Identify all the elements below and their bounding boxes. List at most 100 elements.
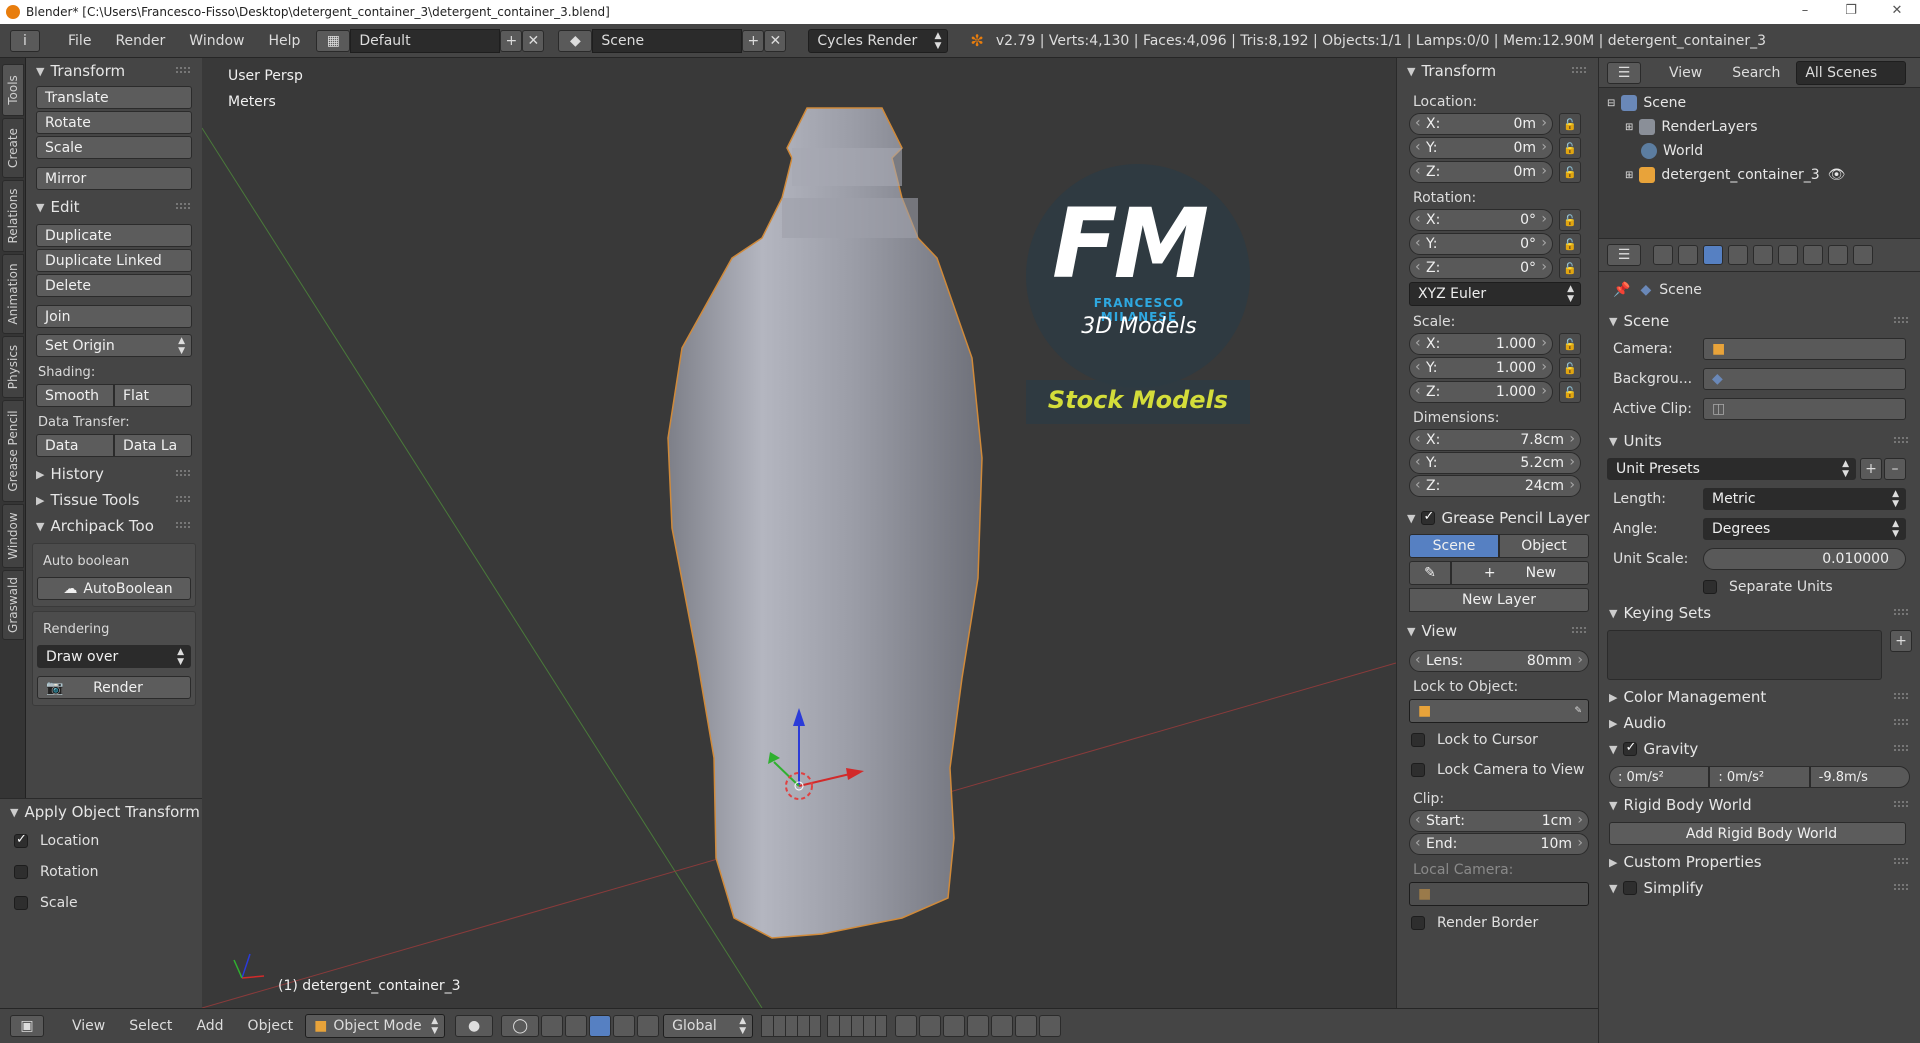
flat-button[interactable]: Flat [114, 384, 192, 407]
lock-icon[interactable]: 🔓 [1559, 381, 1581, 403]
lock-object-field[interactable]: ■ ✎ [1409, 699, 1589, 723]
info-editor-type-button[interactable]: i [10, 29, 40, 52]
scene-browse-icon[interactable]: ◆ [558, 29, 593, 52]
render-layers-tab-icon[interactable] [1678, 245, 1698, 265]
tab-grease-pencil[interactable]: Grease Pencil [2, 400, 24, 502]
expand-icon[interactable]: ⊞ [1625, 122, 1633, 133]
menu-help[interactable]: Help [256, 33, 312, 49]
scale-checkbox-row[interactable]: Scale [0, 887, 202, 918]
clip-end-field[interactable]: End: 10m [1409, 833, 1589, 855]
scene-add-icon[interactable]: + [742, 29, 765, 52]
gp-new-button[interactable]: + New [1451, 561, 1589, 585]
world-tab-icon[interactable] [1728, 245, 1748, 265]
units-panel-header[interactable]: ▼ Units [1599, 428, 1920, 454]
rotation-checkbox-row[interactable]: Rotation [0, 856, 202, 887]
opengl-animation-icon[interactable] [1039, 1015, 1062, 1037]
material-tab-icon[interactable] [1853, 245, 1873, 265]
outliner-search-menu[interactable]: Search [1732, 65, 1780, 81]
grip-icon[interactable] [1894, 437, 1908, 443]
simplify-checkbox[interactable] [1623, 881, 1638, 895]
snap-toggle-icon[interactable] [943, 1015, 966, 1037]
viewport-shading-icon[interactable]: ● [455, 1015, 494, 1037]
location-checkbox[interactable] [14, 832, 28, 848]
grip-icon[interactable] [1894, 745, 1908, 751]
tab-window[interactable]: Window [2, 504, 24, 568]
angle-select[interactable]: Degrees ▲ ▼ [1703, 518, 1906, 540]
translate-manipulator-icon[interactable] [565, 1015, 588, 1037]
view-header[interactable]: ▼ View [1397, 618, 1598, 644]
scale-manipulator-icon[interactable] [613, 1015, 636, 1037]
constraints-tab-icon[interactable] [1778, 245, 1798, 265]
preset-remove-icon[interactable]: – [1884, 458, 1906, 480]
grip-icon[interactable] [1894, 719, 1908, 725]
lock-icon[interactable]: 🔓 [1559, 113, 1581, 135]
separate-units-row[interactable]: Separate Units [1599, 574, 1920, 600]
lock-camera-checkbox[interactable] [1411, 763, 1425, 777]
unit-presets-select[interactable]: Unit Presets ▲ ▼ [1607, 458, 1856, 480]
viewport-editor-type-icon[interactable]: ▣ [10, 1015, 44, 1037]
rotate-button[interactable]: Rotate [36, 111, 192, 134]
lock-cursor-row[interactable]: Lock to Cursor [1397, 725, 1598, 755]
panel-archipack-header[interactable]: ▼ Archipack Too [26, 513, 202, 539]
close-icon[interactable]: ✕ [1874, 0, 1920, 24]
scene-panel-header[interactable]: ▼ Scene [1599, 308, 1920, 334]
panel-transform-header[interactable]: ▼ Transform [26, 58, 202, 84]
outliner-display-select[interactable]: All Scenes [1796, 60, 1907, 85]
tab-animation[interactable]: Animation [2, 254, 24, 334]
mirror-button[interactable]: Mirror [36, 167, 192, 190]
gravity-header[interactable]: ▼ Gravity [1599, 736, 1920, 762]
menu-add[interactable]: Add [184, 1018, 235, 1034]
autoboolean-button[interactable]: ☁ AutoBoolean [37, 577, 191, 600]
keying-sets-box[interactable] [1607, 630, 1882, 680]
maximize-icon[interactable]: ❐ [1828, 0, 1874, 24]
render-border-checkbox[interactable] [1411, 916, 1425, 930]
clip-start-field[interactable]: Start: 1cm [1409, 810, 1589, 832]
lock-icon[interactable]: 🔓 [1559, 257, 1581, 279]
scale-checkbox[interactable] [14, 895, 28, 910]
gravity-z-field[interactable]: -9.8m/s [1809, 766, 1910, 788]
scale-button[interactable]: Scale [36, 136, 192, 159]
scene-tab-icon[interactable] [1703, 245, 1723, 265]
smooth-button[interactable]: Smooth [36, 384, 114, 407]
opengl-render-icon[interactable] [1015, 1015, 1038, 1037]
duplicate-button[interactable]: Duplicate [36, 224, 192, 247]
custom-properties-header[interactable]: ▶ Custom Properties [1599, 849, 1920, 875]
menu-file[interactable]: File [56, 33, 103, 49]
lock-icon[interactable]: 🔓 [1559, 233, 1581, 255]
tab-tools[interactable]: Tools [2, 64, 24, 116]
outliner-row-scene[interactable]: ⊟ Scene [1607, 92, 1686, 114]
grip-icon[interactable] [1894, 884, 1908, 890]
manipulator-extra-icon[interactable] [637, 1015, 660, 1037]
dim-z-field[interactable]: Z: 24cm [1409, 475, 1581, 497]
loc-z-field[interactable]: Z: 0m [1409, 161, 1553, 183]
keying-add-icon[interactable]: + [1890, 630, 1912, 652]
gravity-checkbox[interactable] [1623, 740, 1638, 756]
panel-edit-header[interactable]: ▼ Edit [26, 194, 202, 220]
data-button[interactable]: Data [36, 434, 114, 457]
gp-pencil-icon[interactable]: ✎ [1409, 561, 1451, 585]
rotate-manipulator-icon[interactable] [589, 1015, 612, 1037]
orientation-select[interactable]: Global ▲ ▼ [663, 1014, 754, 1038]
grip-icon[interactable] [1572, 67, 1586, 73]
mode-select[interactable]: ■ Object Mode ▲ ▼ [305, 1014, 446, 1038]
length-select[interactable]: Metric ▲ ▼ [1703, 488, 1906, 510]
grip-icon[interactable] [176, 496, 190, 502]
snap-target-icon[interactable] [991, 1015, 1014, 1037]
outliner-view-menu[interactable]: View [1669, 65, 1702, 81]
data-layout-button[interactable]: Data La [114, 434, 192, 457]
object-tab-icon[interactable] [1753, 245, 1773, 265]
grip-icon[interactable] [176, 522, 190, 528]
eye-icon[interactable]: 👁 [1828, 167, 1846, 183]
properties-editor-type-icon[interactable]: ☰ [1607, 244, 1641, 266]
layout-browse-icon[interactable]: ▦ [316, 29, 351, 52]
lock-cursor-checkbox[interactable] [1411, 733, 1425, 747]
lens-field[interactable]: Lens: 80mm [1409, 650, 1589, 672]
outliner-row-renderlayers[interactable]: ⊞ RenderLayers [1625, 116, 1758, 138]
audio-header[interactable]: ▶ Audio [1599, 710, 1920, 736]
tab-create[interactable]: Create [2, 118, 24, 178]
manipulator-toggle-icon[interactable] [541, 1015, 564, 1037]
preset-add-icon[interactable]: + [1860, 458, 1882, 480]
location-checkbox-row[interactable]: Location [0, 825, 202, 856]
lock-icon[interactable]: 🔓 [1559, 161, 1581, 183]
grip-icon[interactable] [1894, 609, 1908, 615]
